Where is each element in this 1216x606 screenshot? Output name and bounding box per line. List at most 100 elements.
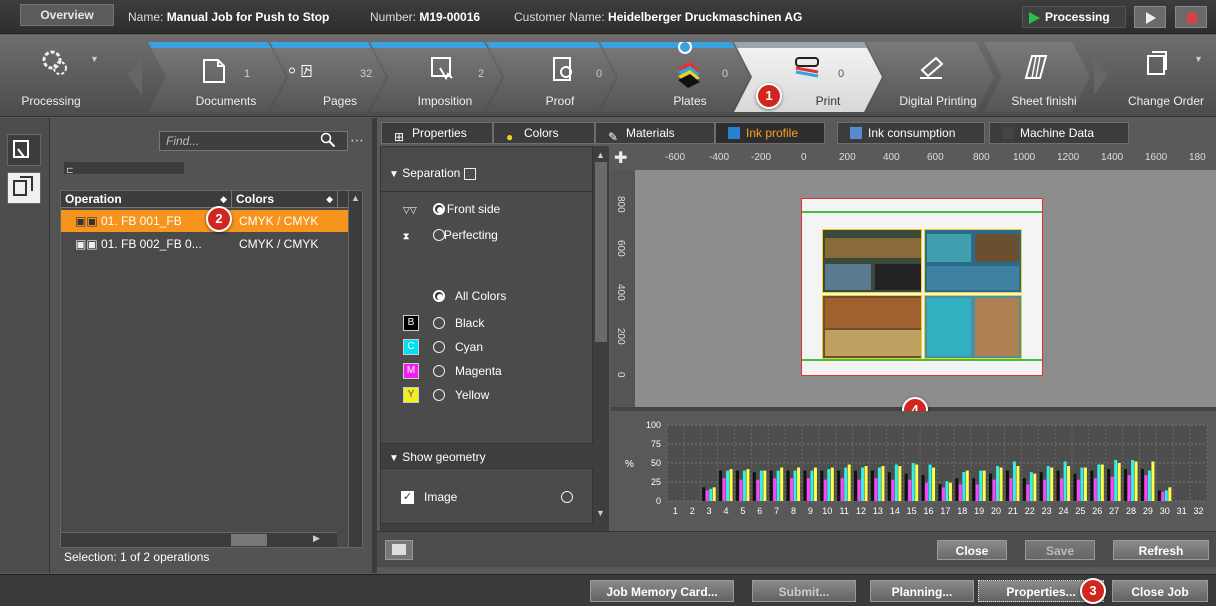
pages-step[interactable]: 32 Pages	[270, 42, 386, 112]
cyan-option[interactable]: C Cyan	[403, 337, 583, 357]
print-view-button[interactable]	[7, 172, 41, 204]
save-button[interactable]: Save	[1025, 540, 1095, 560]
separation-scrollbar[interactable]: ▲ ▼	[593, 146, 609, 524]
scroll-up-icon[interactable]: ▲	[596, 150, 605, 160]
image-option[interactable]: ✓ Image	[401, 487, 581, 507]
scrollbar-thumb[interactable]	[231, 534, 267, 546]
table-row[interactable]: ▣▣ 01. FB 002_FB 0... CMYK / CMYK	[61, 233, 350, 255]
all-colors-radio[interactable]	[433, 290, 445, 302]
image-radio[interactable]	[561, 491, 573, 503]
cyan-swatch: C	[403, 339, 419, 355]
stop-button[interactable]	[1175, 6, 1207, 28]
job-memory-card-button[interactable]: Job Memory Card...	[590, 580, 734, 602]
chart-bar	[837, 470, 841, 501]
magenta-radio[interactable]	[433, 365, 445, 377]
chart-bar	[996, 466, 1000, 501]
print-step[interactable]: 0 Print	[734, 42, 882, 112]
front-side-option[interactable]: ▽▽ Front side	[403, 199, 500, 219]
tab-ink-consumption[interactable]: Ink consumption	[837, 122, 985, 144]
black-radio[interactable]	[433, 317, 445, 329]
crosshair-icon[interactable]: ✚	[614, 148, 627, 168]
x-tick-label: 14	[890, 506, 900, 516]
x-tick-label: 27	[1109, 506, 1119, 516]
tab-machine-data[interactable]: Machine Data	[989, 122, 1129, 144]
scroll-right-icon[interactable]: ▶	[313, 533, 320, 544]
progress-bar	[486, 42, 616, 48]
separation-label: Separation	[402, 166, 461, 180]
perfecting-option[interactable]: ⧗ Perfecting	[403, 225, 498, 245]
chart-bar	[823, 479, 827, 501]
operation-header-label: Operation	[65, 192, 122, 206]
x-tick-label: 23	[1042, 506, 1052, 516]
tab-colors[interactable]: ● Colors	[493, 122, 595, 144]
top-bar: Overview Name: Manual Job for Push to St…	[0, 0, 1216, 34]
page-image	[825, 238, 921, 258]
chart-bar	[827, 469, 831, 501]
tab-properties[interactable]: ⊞ Properties	[381, 122, 493, 144]
more-options-icon[interactable]: ⋯	[350, 132, 364, 149]
column-header-colors[interactable]: Colors ◆	[231, 191, 337, 208]
refresh-button[interactable]: Refresh	[1113, 540, 1209, 560]
submit-button[interactable]: Submit...	[752, 580, 856, 602]
proof-step[interactable]: 0 Proof	[486, 42, 616, 112]
chart-bar	[1110, 476, 1114, 501]
chart-bar	[861, 467, 865, 501]
column-header-operation[interactable]: Operation ◆	[61, 191, 231, 208]
planning-button[interactable]: Planning...	[870, 580, 974, 602]
documents-count: 1	[244, 68, 251, 80]
yellow-radio[interactable]	[433, 389, 445, 401]
tab-ink-profile[interactable]: Ink profile	[715, 122, 825, 144]
documents-step[interactable]: 1 Documents	[148, 42, 286, 112]
image-checkbox[interactable]: ✓	[401, 491, 414, 505]
x-tick-label: 4	[724, 506, 729, 516]
export-button[interactable]	[385, 540, 413, 560]
tab-label: Properties	[412, 126, 467, 140]
chart-bar	[1009, 478, 1013, 501]
horizontal-scrollbar[interactable]: ▶	[61, 532, 337, 547]
black-option[interactable]: B Black	[403, 313, 583, 333]
chart-bar	[719, 470, 723, 501]
chart-bar	[793, 470, 797, 501]
change-order-step[interactable]: ▼ Change Order	[1118, 42, 1214, 112]
imposition-count: 2	[478, 68, 485, 80]
magenta-option[interactable]: M Magenta	[403, 361, 583, 381]
chart-bar	[938, 484, 942, 501]
cyan-radio[interactable]	[433, 341, 445, 353]
filter-bar[interactable]: ⊏	[64, 162, 184, 175]
plates-step[interactable]: 0 Plates	[600, 42, 750, 112]
close-button[interactable]: Close	[937, 540, 1007, 560]
sheet-finishing-icon	[1024, 52, 1054, 82]
scroll-down-icon[interactable]: ▼	[596, 508, 605, 518]
close-job-button[interactable]: Close Job	[1112, 580, 1208, 602]
chart-bar	[1029, 472, 1033, 501]
vertical-scrollbar[interactable]: ▲	[348, 190, 363, 548]
chart-bar	[742, 470, 746, 501]
scroll-left-arrow[interactable]	[128, 55, 142, 95]
progress-bar	[734, 42, 882, 48]
separation-header[interactable]: ▼ Separation	[389, 163, 476, 183]
scrollbar-thumb[interactable]	[595, 162, 607, 342]
digital-printing-step[interactable]: Digital Printing	[866, 42, 994, 112]
yellow-option[interactable]: Y Yellow	[403, 385, 583, 405]
tab-materials[interactable]: ✎ Materials	[595, 122, 715, 144]
chart-bar	[830, 467, 834, 501]
chart-bar	[992, 479, 996, 501]
customer: Customer Name: Heidelberger Druckmaschin…	[514, 10, 802, 24]
front-side-radio[interactable]	[433, 203, 445, 215]
imposition-step[interactable]: 2 Imposition	[370, 42, 502, 112]
operations-view-button[interactable]	[7, 134, 41, 166]
sheet-finishing-step[interactable]: Sheet finishi	[984, 42, 1090, 112]
processing-step[interactable]: ▼ Processing	[6, 42, 99, 112]
x-tick-label: 19	[974, 506, 984, 516]
show-geometry-header[interactable]: ▼ Show geometry	[381, 443, 594, 469]
separation-checkbox[interactable]	[463, 167, 476, 180]
scroll-up-icon[interactable]: ▲	[351, 193, 360, 203]
x-tick-label: 21	[1008, 506, 1018, 516]
all-colors-option[interactable]: All Colors	[433, 286, 506, 306]
play-button[interactable]	[1134, 6, 1166, 28]
perfecting-radio[interactable]	[433, 229, 445, 241]
search-icon[interactable]	[320, 132, 336, 148]
scroll-right-arrow[interactable]	[1094, 55, 1108, 95]
overview-button[interactable]: Overview	[20, 4, 114, 26]
panel-splitter[interactable]	[372, 118, 377, 573]
